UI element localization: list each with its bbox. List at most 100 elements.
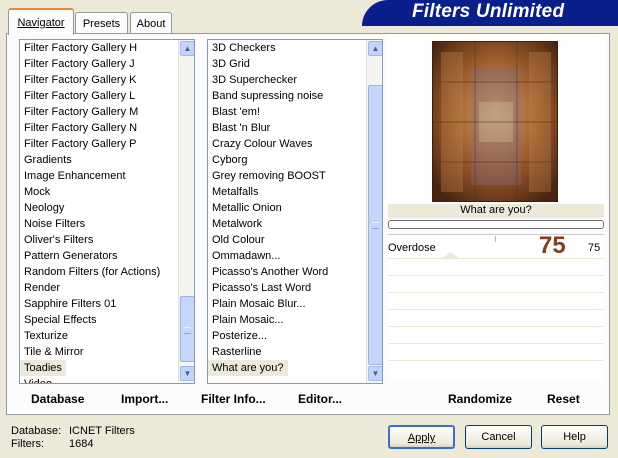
param-divider [388,309,604,310]
list-item[interactable]: Filter Factory Gallery H [20,40,194,56]
help-button[interactable]: Help [541,425,608,449]
list-item[interactable]: Metalwork [208,216,382,232]
list-item[interactable]: 3D Superchecker [208,72,382,88]
grip-icon [184,327,191,334]
list-item[interactable]: Blast 'n Blur [208,120,382,136]
category-list[interactable]: Filter Factory Gallery H Filter Factory G… [19,39,195,384]
list-item-label: Render [24,282,61,294]
list-item-label: Filter Factory Gallery K [24,74,137,86]
list-item-label: Filter Factory Gallery P [24,138,137,150]
list-item[interactable]: Metalfalls [208,184,382,200]
tab-navigator-label: Navigator [17,16,65,29]
list-item[interactable]: Texturize [20,328,194,344]
list-item[interactable]: Neology [20,200,194,216]
list-item-label: Band supressing noise [212,90,324,102]
list-item[interactable]: Render [20,280,194,296]
param-overdose-slider[interactable] [388,240,604,258]
preview-progress-bar [388,220,604,229]
tab-presets-label: Presets [82,17,121,30]
apply-button[interactable]: Apply [388,425,455,449]
list-item[interactable]: What are you? [208,360,382,376]
list-item[interactable]: Blast 'em! [208,104,382,120]
status-database-value: ICNET Filters [69,425,135,437]
list-item-label: 3D Grid [212,58,250,70]
editor-button[interactable]: Editor... [298,392,342,406]
list-item[interactable]: Band supressing noise [208,88,382,104]
scroll-up-icon[interactable]: ▲ [368,41,382,56]
category-scrollbar[interactable]: ▲ ▼ [178,40,194,383]
scroll-up-icon[interactable]: ▲ [180,41,194,56]
filter-scrollbar[interactable]: ▲ ▼ [366,40,382,383]
list-item[interactable]: Filter Factory Gallery N [20,120,194,136]
list-item[interactable]: Metallic Onion [208,200,382,216]
list-item[interactable]: Oliver's Filters [20,232,194,248]
filter-info-button[interactable]: Filter Info... [201,392,266,406]
list-item[interactable]: Image Enhancement [20,168,194,184]
list-item-label: Rasterline [212,346,262,358]
list-item[interactable]: Sapphire Filters 01 [20,296,194,312]
list-item[interactable]: Random Filters (for Actions) [20,264,194,280]
list-item[interactable]: 3D Grid [208,56,382,72]
reset-button[interactable]: Reset [547,392,580,406]
list-item[interactable]: Grey removing BOOST [208,168,382,184]
database-button[interactable]: Database [31,392,84,406]
list-item[interactable]: Filter Factory Gallery P [20,136,194,152]
preview-filter-name: What are you? [388,204,604,218]
status-filters-value: 1684 [69,438,94,450]
list-item[interactable]: Posterize... [208,328,382,344]
list-item[interactable]: Filter Factory Gallery L [20,88,194,104]
list-item-label: Texturize [24,330,69,342]
list-item[interactable]: Old Colour [208,232,382,248]
list-item[interactable]: Pattern Generators [20,248,194,264]
list-item[interactable]: Ommadawn... [208,248,382,264]
scroll-down-icon[interactable]: ▼ [180,366,194,381]
list-item-label: Tile & Mirror [24,346,84,358]
list-item[interactable]: Filter Factory Gallery M [20,104,194,120]
list-item-label: Noise Filters [24,218,86,230]
list-item[interactable]: Plain Mosaic Blur... [208,296,382,312]
import-button[interactable]: Import... [121,392,168,406]
list-item-label: Old Colour [212,234,265,246]
param-big-value: 75 [539,232,566,259]
param-divider [388,292,604,293]
list-item[interactable]: Filter Factory Gallery J [20,56,194,72]
tab-about-label: About [136,17,166,30]
list-item[interactable]: Tile & Mirror [20,344,194,360]
list-item[interactable]: Special Effects [20,312,194,328]
list-item[interactable]: Picasso's Another Word [208,264,382,280]
list-item-label: Random Filters (for Actions) [24,266,161,278]
randomize-button[interactable]: Randomize [448,392,512,406]
list-item-label: Video [24,378,52,384]
tab-navigator[interactable]: Navigator [8,8,74,35]
list-item[interactable]: Rasterline [208,344,382,360]
navigator-panel: Filter Factory Gallery H Filter Factory G… [6,33,610,415]
list-item[interactable]: Mock [20,184,194,200]
scroll-down-icon[interactable]: ▼ [368,366,382,381]
filter-list[interactable]: 3D Checkers 3D Grid 3D Superchecker Band su… [207,39,383,384]
filter-rows: 3D Checkers 3D Grid 3D Superchecker Band su… [208,40,382,376]
tab-presets[interactable]: Presets [75,12,128,34]
list-item-label: Gradients [24,154,72,166]
cancel-button[interactable]: Cancel [465,425,532,449]
category-scroll-thumb[interactable] [180,296,194,362]
param-divider [388,360,604,361]
reset-label: Reset [547,392,580,406]
list-item[interactable]: Plain Mosaic... [208,312,382,328]
list-item-label: Ommadawn... [212,250,281,262]
list-item-label: 3D Checkers [212,42,276,54]
list-item[interactable]: Gradients [20,152,194,168]
param-divider [388,326,604,327]
list-item[interactable]: Filter Factory Gallery K [20,72,194,88]
list-item[interactable]: Picasso's Last Word [208,280,382,296]
list-item[interactable]: Video [20,376,194,384]
list-item-label: Image Enhancement [24,170,126,182]
category-rows: Filter Factory Gallery H Filter Factory G… [20,40,194,384]
tab-about[interactable]: About [130,12,172,34]
filter-scroll-thumb[interactable] [368,85,382,365]
list-item[interactable]: Cyborg [208,152,382,168]
list-item[interactable]: Toadies [20,360,194,376]
status-database-label: Database: [11,425,62,437]
list-item[interactable]: Crazy Colour Waves [208,136,382,152]
list-item[interactable]: Noise Filters [20,216,194,232]
list-item[interactable]: 3D Checkers [208,40,382,56]
